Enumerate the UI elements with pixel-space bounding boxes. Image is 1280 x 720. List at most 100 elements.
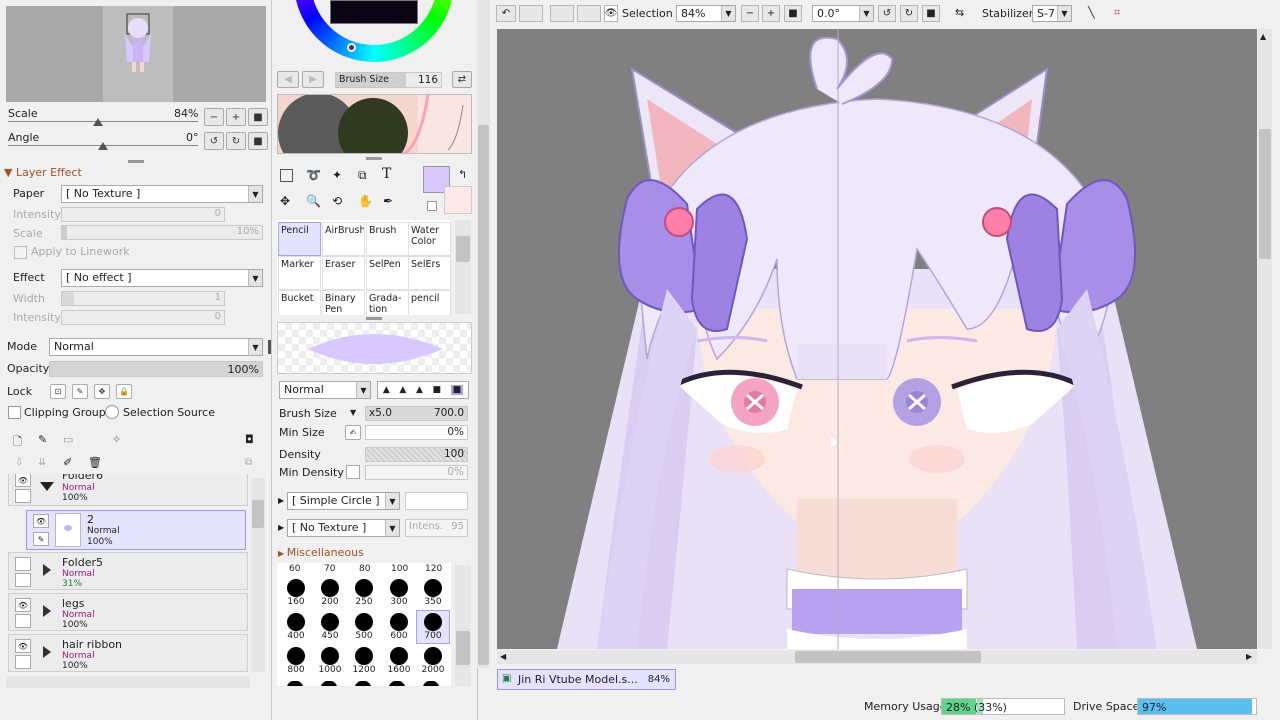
folder-expand-arrow-icon[interactable] — [40, 482, 54, 491]
clipping-group-checkbox[interactable] — [8, 406, 21, 419]
brush-edge-hardness[interactable]: ▲ ▲ ▲ ■ ■ — [377, 381, 469, 399]
visibility-toggle-box[interactable] — [15, 557, 31, 571]
visibility-eye-icon[interactable]: 👁 — [15, 598, 31, 612]
preset-size-label[interactable]: 120 — [425, 564, 442, 574]
zoom-in-button[interactable]: + — [226, 108, 246, 126]
text-tool-icon[interactable]: T — [382, 166, 391, 182]
rotate-tool-icon[interactable]: ⟲ — [332, 194, 342, 208]
paper-intensity-bar[interactable]: 0 — [61, 207, 225, 222]
clear-layer-icon[interactable]: ✐ — [63, 456, 72, 469]
tool-selers[interactable]: SelErs — [408, 256, 451, 290]
tool-brush[interactable]: Brush — [366, 222, 409, 256]
toolbar-rotate-reset-button[interactable]: ■ — [922, 5, 940, 22]
swap-icon[interactable]: ⇄ — [452, 71, 472, 88]
angle-slider-handle[interactable] — [98, 142, 108, 150]
tool-bucket[interactable]: Bucket — [278, 290, 321, 315]
visibility-eye-icon[interactable]: 👁 — [33, 514, 49, 528]
preset-1600[interactable]: 1600 — [382, 645, 416, 679]
deselect-button[interactable] — [550, 5, 574, 22]
folder-collapse-arrow-icon[interactable] — [43, 564, 51, 576]
paper-scale-bar[interactable]: 10% — [61, 225, 263, 240]
layers-scrollbar[interactable] — [251, 478, 265, 672]
swap-colors-icon[interactable]: ↰ — [458, 168, 467, 181]
pressure-size-icon[interactable]: ✍ — [345, 425, 361, 440]
layer-lock-box[interactable] — [15, 573, 31, 587]
tool-panel-scrollbar[interactable] — [477, 0, 490, 668]
eyedropper-icon[interactable]: ✒ — [383, 194, 393, 208]
preset-250[interactable]: 250 — [347, 577, 381, 611]
tool-marker[interactable]: Marker — [278, 256, 321, 290]
min-density-bar[interactable]: 0% — [365, 465, 468, 480]
scale-slider-handle[interactable] — [93, 118, 103, 126]
canvas-area[interactable] — [497, 29, 1257, 649]
move-tool-icon[interactable]: ✥ — [280, 194, 290, 208]
blend-mode-dropdown[interactable]: Normal ▼ — [49, 338, 263, 356]
visibility-eye-icon[interactable]: 👁 — [15, 474, 31, 487]
edge-medium-icon[interactable]: ▲ — [399, 385, 406, 395]
panel-splitter-3[interactable] — [366, 317, 382, 320]
tool-grid-scrollbar[interactable] — [455, 220, 471, 314]
lock-all-icon[interactable]: 🔒 — [116, 384, 132, 399]
density-bar[interactable]: 100 — [365, 447, 468, 462]
tool-selpen[interactable]: SelPen — [366, 256, 409, 290]
canvas-scroll-left-icon[interactable]: ◀ — [500, 652, 506, 661]
sub-color-swatch[interactable] — [444, 186, 472, 214]
rotate-right-button[interactable]: ↻ — [226, 132, 246, 150]
lasso-icon[interactable]: ➰ — [306, 168, 321, 182]
layer-legs[interactable]: 👁 legs Normal 100% — [8, 593, 248, 631]
brush-shape-dropdown[interactable]: [ Simple Circle ] ▼ — [287, 492, 400, 510]
brush-texture-dropdown[interactable]: [ No Texture ] ▼ — [287, 519, 400, 537]
merge-down-icon[interactable]: ⇊ — [38, 457, 46, 468]
undo-button[interactable]: ↶ — [496, 5, 516, 22]
color-square[interactable] — [330, 0, 418, 24]
texture-intensity-bar[interactable]: Intens. 95 — [405, 519, 468, 537]
pressure-density-checkbox[interactable] — [346, 465, 360, 479]
preset-700[interactable]: 700 — [416, 610, 450, 644]
tool-airbrush[interactable]: AirBrush — [322, 222, 365, 256]
preset-size-label[interactable]: 80 — [359, 564, 370, 574]
layers-hscrollbar[interactable] — [6, 676, 250, 688]
folder-collapse-arrow-icon[interactable] — [43, 605, 51, 617]
preset-size-label[interactable]: 60 — [289, 564, 300, 574]
preset-300[interactable]: 300 — [382, 577, 416, 611]
layer-effect-icon[interactable]: ✧ — [112, 433, 121, 446]
toolbar-rotate-right-button[interactable]: ↻ — [900, 5, 918, 22]
shape-intensity-field[interactable] — [405, 492, 468, 510]
tool-binary-pen[interactable]: Binary Pen — [322, 290, 365, 315]
zoom-reset-button[interactable]: ■ — [248, 108, 268, 126]
preset-size-label[interactable]: 100 — [391, 564, 408, 574]
tool-watercolor[interactable]: Water Color — [408, 222, 451, 256]
effect-intensity-bar[interactable]: 0 — [61, 310, 225, 325]
rect-select-icon[interactable] — [280, 169, 293, 182]
new-folder-icon[interactable]: ▭ — [63, 433, 73, 446]
tool-eraser[interactable]: Eraser — [322, 256, 365, 290]
opacity-bar[interactable]: 100% — [49, 361, 263, 377]
rotate-reset-button[interactable]: ■ — [248, 132, 268, 150]
edge-harder-icon[interactable]: ■ — [433, 385, 442, 395]
scale-slider[interactable] — [8, 121, 198, 122]
apply-linework-checkbox[interactable] — [14, 246, 27, 259]
transparent-color-icon[interactable] — [427, 201, 437, 211]
miscellaneous-header[interactable]: ▶ Miscellaneous — [278, 546, 364, 559]
tool-gradation[interactable]: Grada-tion — [366, 290, 409, 315]
presets-scrollbar[interactable] — [455, 565, 471, 686]
brush-size-next-button[interactable]: ▶ — [302, 71, 324, 88]
line-tool-icon[interactable]: ╲ — [1088, 6, 1095, 19]
lock-paint-icon[interactable]: ✎ — [72, 384, 88, 399]
preset-160[interactable]: 160 — [279, 577, 313, 611]
layer-edit-icon[interactable]: ✎ — [33, 532, 49, 546]
layer-lock-box[interactable] — [15, 614, 31, 628]
tool-custom-pencil[interactable]: pencil — [408, 290, 451, 315]
shapes-icon[interactable]: ⧉ — [358, 168, 367, 183]
canvas-vscrollbar[interactable] — [1258, 29, 1272, 649]
canvas-hscrollbar[interactable] — [497, 650, 1257, 664]
toolbar-zoom-in-button[interactable]: + — [762, 5, 780, 22]
layer-lock-box[interactable] — [15, 489, 31, 503]
folder-collapse-arrow-icon[interactable] — [43, 646, 51, 658]
hue-marker[interactable] — [347, 43, 356, 52]
lock-transparency-icon[interactable]: ⊡ — [50, 384, 66, 399]
hand-tool-icon[interactable]: ✋ — [358, 194, 373, 208]
preset-1200[interactable]: 1200 — [347, 645, 381, 679]
scroll-indicator[interactable] — [268, 340, 271, 354]
brush-size-dropdown-icon[interactable]: ▼ — [350, 408, 356, 417]
